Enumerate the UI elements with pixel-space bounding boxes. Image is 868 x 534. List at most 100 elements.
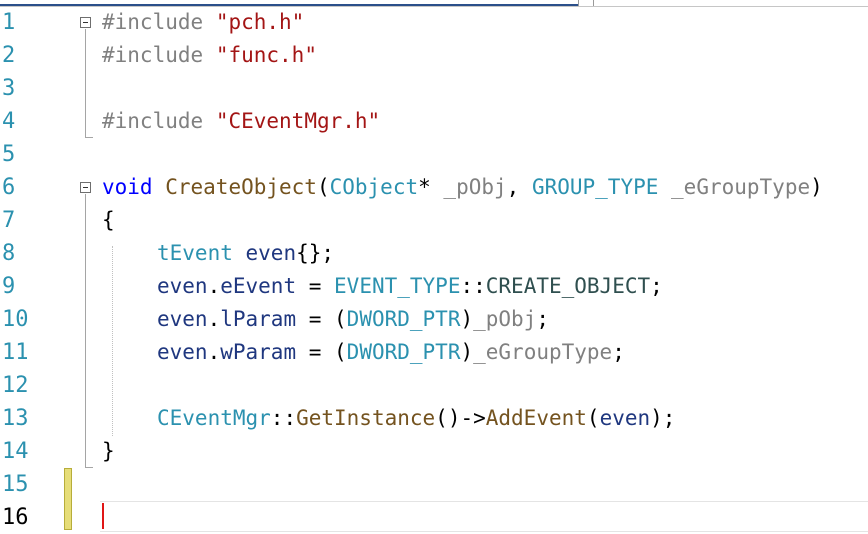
punctuation: ; <box>536 307 549 331</box>
variable: even <box>599 406 651 430</box>
code-text: even.lParam = (DWORD_PTR)_pObj; <box>157 303 549 336</box>
code-line[interactable]: 15 <box>0 468 868 501</box>
code-text: { <box>102 204 115 237</box>
variable: even <box>157 274 208 298</box>
parameter: _pObj <box>473 307 537 331</box>
line-number: 14 <box>2 439 29 464</box>
code-text: tEvent even{}; <box>157 237 334 270</box>
punctuation: . <box>207 274 221 298</box>
string-literal: "CEventMgr.h" <box>215 109 381 133</box>
type-name: GROUP_TYPE <box>531 175 659 199</box>
line-number: 15 <box>2 472 29 497</box>
punctuation: = <box>296 274 335 298</box>
type-name: CObject <box>329 175 419 199</box>
code-line[interactable]: 11 even.wParam = (DWORD_PTR)_eGroupType; <box>0 336 868 369</box>
code-text: void CreateObject(CObject* _pObj, GROUP_… <box>102 171 823 204</box>
line-number: 13 <box>2 406 29 431</box>
punctuation: ()-> <box>435 406 486 430</box>
code-text: even.wParam = (DWORD_PTR)_eGroupType; <box>157 336 625 369</box>
punctuation: ) <box>460 307 474 331</box>
close-brace: } <box>102 439 115 463</box>
code-text: even.eEvent = EVENT_TYPE::CREATE_OBJECT; <box>157 270 663 303</box>
punctuation: {}; <box>296 241 335 265</box>
preprocessor-directive: #include <box>102 43 204 67</box>
code-line[interactable]: 10 even.lParam = (DWORD_PTR)_pObj; <box>0 303 868 336</box>
type-name: CEventMgr <box>157 406 271 430</box>
line-number: 1 <box>2 10 16 35</box>
member-field: lParam <box>220 307 297 331</box>
punctuation: ) <box>460 340 474 364</box>
code-line[interactable]: 9 even.eEvent = EVENT_TYPE::CREATE_OBJEC… <box>0 270 868 303</box>
code-line[interactable]: 8 tEvent even{}; <box>0 237 868 270</box>
enum-value: CREATE_OBJECT <box>485 274 651 298</box>
punctuation: ; <box>650 274 663 298</box>
code-text: #include "CEventMgr.h" <box>102 105 380 138</box>
punctuation: = ( <box>296 307 347 331</box>
line-number: 7 <box>2 208 16 233</box>
line-number: 9 <box>2 274 16 299</box>
line-number: 6 <box>2 175 16 200</box>
line-number: 8 <box>2 241 16 266</box>
type-name: tEvent <box>157 241 233 265</box>
preprocessor-directive: #include <box>102 109 204 133</box>
line-number: 5 <box>2 142 16 167</box>
line-number: 12 <box>2 373 29 398</box>
punctuation: ( <box>316 175 330 199</box>
punctuation: . <box>207 340 221 364</box>
punctuation: . <box>207 307 221 331</box>
code-text: CEventMgr::GetInstance()->AddEvent(even)… <box>157 402 675 435</box>
punctuation: ( <box>586 406 600 430</box>
punctuation: ); <box>650 406 676 430</box>
type-name: DWORD_PTR <box>346 307 461 331</box>
code-line[interactable]: 7 { <box>0 204 868 237</box>
variable: even <box>245 241 297 265</box>
keyword: void <box>102 175 153 199</box>
punctuation: = ( <box>296 340 347 364</box>
member-field: wParam <box>220 340 297 364</box>
line-number: 3 <box>2 76 16 101</box>
member-field: eEvent <box>220 274 297 298</box>
punctuation: ; <box>612 340 625 364</box>
code-line[interactable]: 2 #include "func.h" <box>0 39 868 72</box>
preprocessor-directive: #include <box>102 10 204 34</box>
collapse-toggle-icon[interactable] <box>80 182 91 193</box>
code-line[interactable]: 6 void CreateObject(CObject* _pObj, GROU… <box>0 171 868 204</box>
code-line[interactable]: 5 <box>0 138 868 171</box>
collapse-toggle-icon[interactable] <box>80 17 91 28</box>
punctuation <box>658 175 671 199</box>
code-line-current[interactable]: 16 <box>0 501 868 530</box>
code-text: #include "pch.h" <box>102 6 304 39</box>
punctuation: , <box>506 175 532 199</box>
parameter: _eGroupType <box>671 175 811 199</box>
open-brace: { <box>102 208 115 232</box>
code-line[interactable]: 12 <box>0 369 868 402</box>
function-name: AddEvent <box>485 406 587 430</box>
line-number: 11 <box>2 340 29 365</box>
line-number: 16 <box>2 505 29 530</box>
code-line[interactable]: 1 #include "pch.h" <box>0 6 868 39</box>
code-line[interactable]: 13 CEventMgr::GetInstance()->AddEvent(ev… <box>0 402 868 435</box>
line-number: 10 <box>2 307 29 332</box>
function-name: CreateObject <box>165 175 317 199</box>
code-text: #include "func.h" <box>102 39 317 72</box>
type-name: DWORD_PTR <box>346 340 461 364</box>
code-text: } <box>102 435 115 468</box>
line-number: 4 <box>2 109 16 134</box>
function-name: GetInstance <box>296 406 436 430</box>
string-literal: "func.h" <box>215 43 317 67</box>
punctuation: ) <box>810 175 823 199</box>
code-line[interactable]: 3 <box>0 72 868 105</box>
variable: even <box>157 307 208 331</box>
scope-operator: :: <box>270 406 297 430</box>
punctuation: * <box>418 175 444 199</box>
parameter: _pObj <box>443 175 507 199</box>
variable: even <box>157 340 208 364</box>
type-name: EVENT_TYPE <box>334 274 461 298</box>
parameter: _eGroupType <box>473 340 613 364</box>
scope-operator: :: <box>460 274 486 298</box>
string-literal: "pch.h" <box>215 10 305 34</box>
line-number: 2 <box>2 43 16 68</box>
code-editor[interactable]: 1 #include "pch.h" 2 #include "func.h" 3… <box>0 6 868 532</box>
code-line[interactable]: 4 #include "CEventMgr.h" <box>0 105 868 138</box>
code-line[interactable]: 14 } <box>0 435 868 468</box>
